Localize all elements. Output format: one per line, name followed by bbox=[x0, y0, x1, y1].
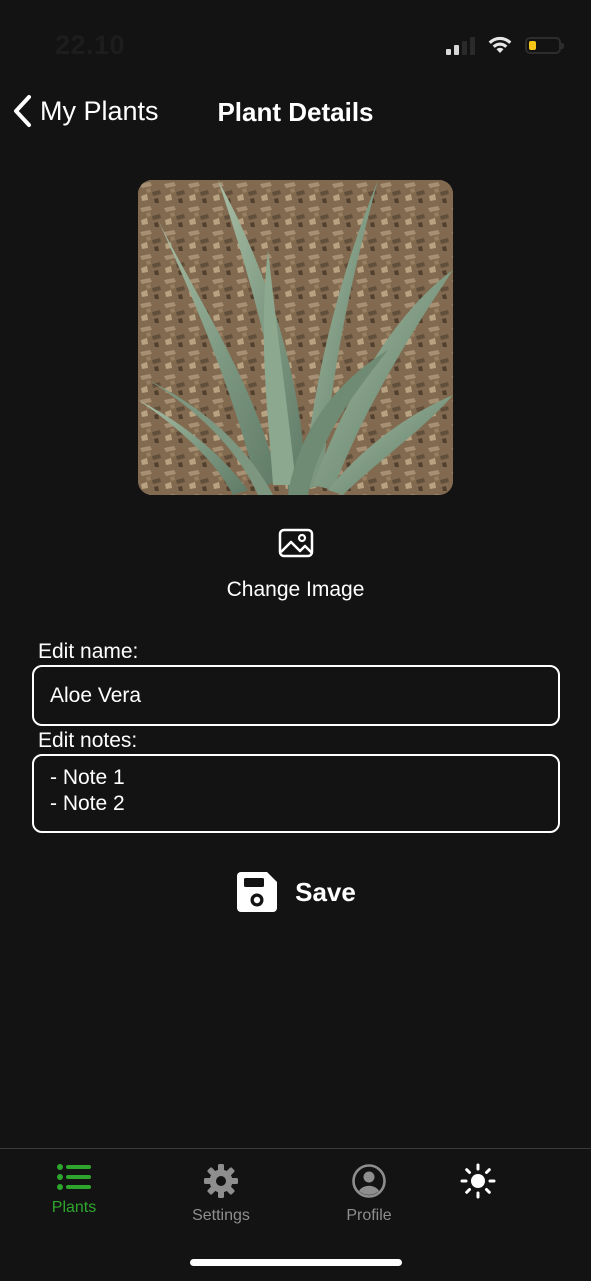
plant-name-input[interactable] bbox=[32, 665, 560, 726]
status-icons bbox=[446, 35, 564, 55]
status-bar: 22.10 bbox=[0, 0, 591, 90]
cellular-signal-icon bbox=[446, 35, 475, 55]
name-label: Edit name: bbox=[38, 640, 139, 663]
change-image-label: Change Image bbox=[226, 578, 365, 601]
sun-icon bbox=[460, 1163, 496, 1199]
notes-label: Edit notes: bbox=[38, 729, 138, 752]
image-icon bbox=[278, 528, 313, 558]
gear-icon bbox=[204, 1164, 238, 1198]
tab-profile[interactable]: Profile bbox=[314, 1163, 424, 1225]
aloe-vera-photo bbox=[138, 180, 453, 495]
status-time: 22.10 bbox=[55, 30, 126, 60]
save-label: Save bbox=[295, 876, 356, 907]
tab-settings-label: Settings bbox=[192, 1207, 250, 1224]
page-title: Plant Details bbox=[217, 97, 374, 127]
plant-notes-input[interactable]: - Note 1 - Note 2 bbox=[32, 754, 560, 833]
tab-plants[interactable]: Plants bbox=[19, 1163, 129, 1217]
floppy-disk-icon bbox=[237, 872, 278, 912]
theme-toggle[interactable] bbox=[423, 1163, 533, 1199]
tab-plants-label: Plants bbox=[51, 1199, 97, 1216]
nav-header: My Plants Plant Details bbox=[0, 88, 591, 142]
tab-settings[interactable]: Settings bbox=[166, 1163, 276, 1225]
save-button[interactable]: Save bbox=[0, 870, 591, 914]
tab-profile-label: Profile bbox=[346, 1207, 392, 1224]
plant-image bbox=[138, 180, 453, 495]
list-icon bbox=[57, 1164, 91, 1190]
wifi-icon bbox=[488, 36, 512, 53]
home-indicator bbox=[190, 1259, 402, 1266]
user-circle-icon bbox=[352, 1164, 386, 1198]
battery-icon bbox=[525, 36, 564, 54]
change-image-button[interactable]: Change Image bbox=[0, 528, 591, 602]
